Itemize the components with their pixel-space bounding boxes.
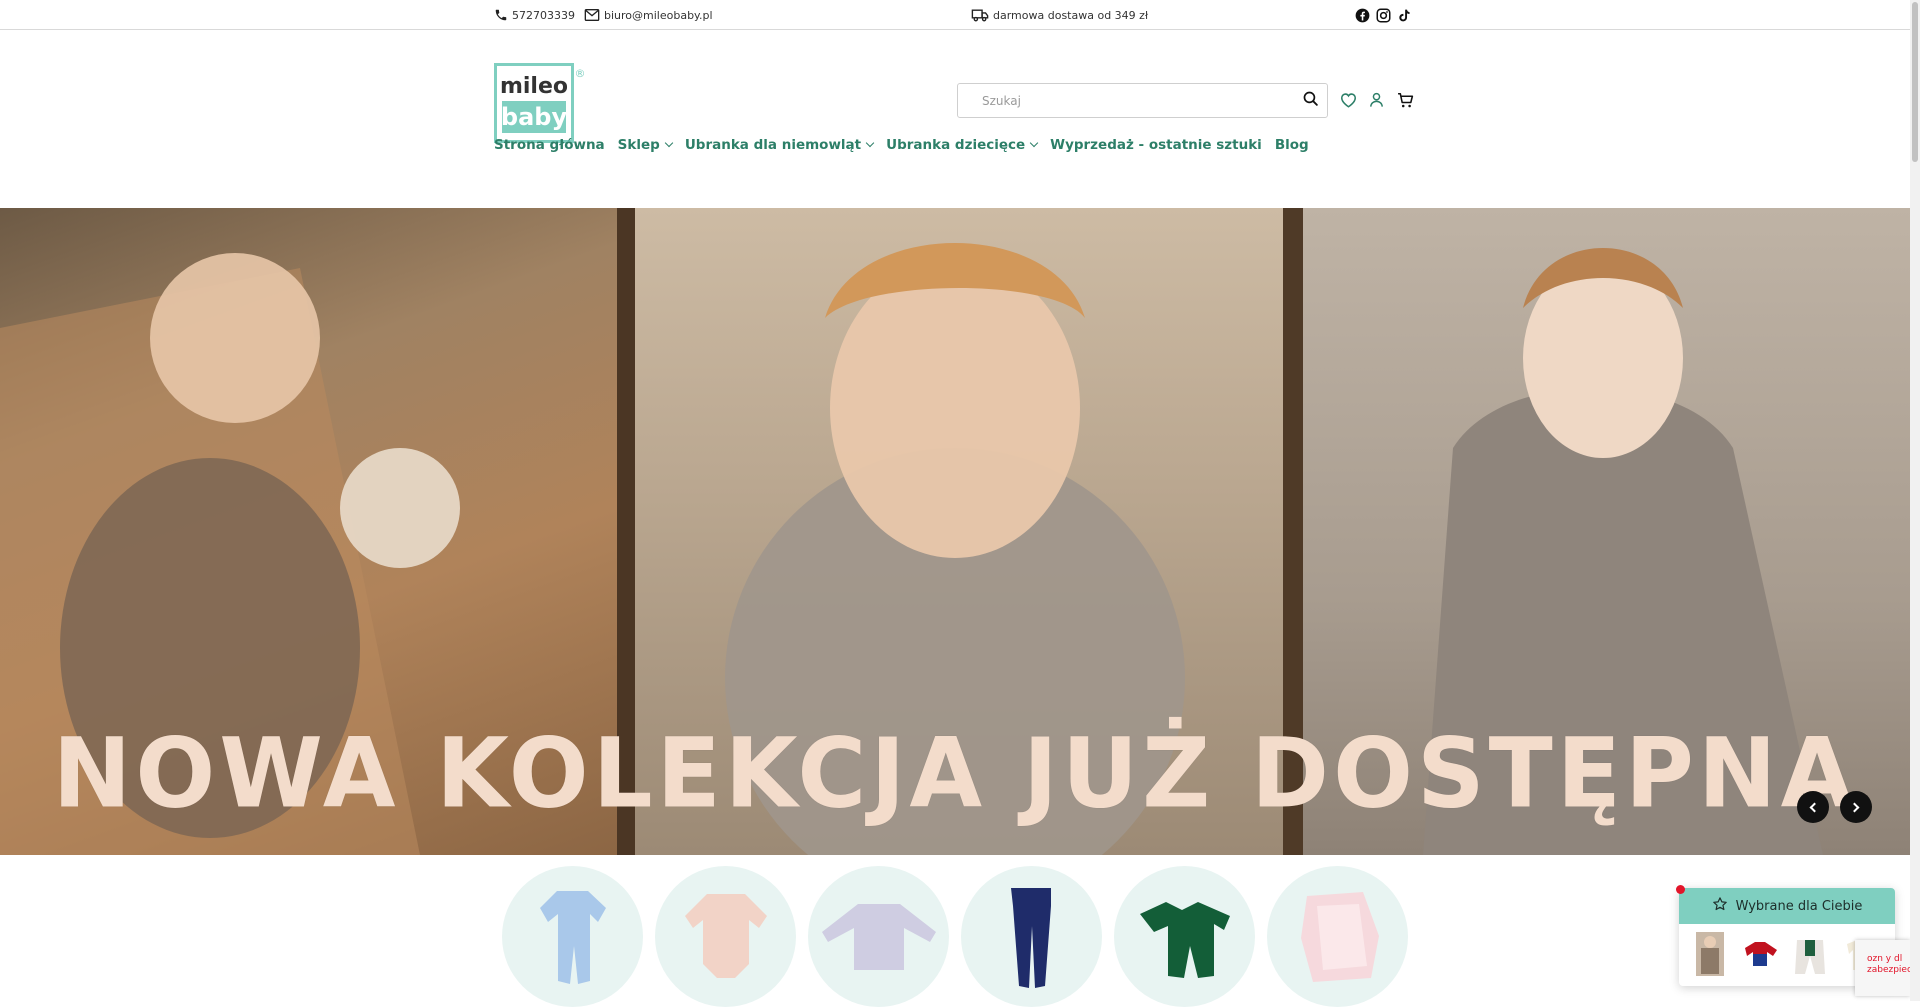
nav-item-kids-clothes[interactable]: Ubranka dziecięce (886, 137, 1039, 153)
nav-item-label: Blog (1274, 137, 1309, 153)
cart-icon (1397, 92, 1414, 113)
phone-number: 572703339 (512, 8, 575, 22)
free-shipping-info: darmowa dostawa od 349 zł (971, 0, 1148, 30)
top-bar: 572703339 biuro@mileobaby.pl darmowa dos… (0, 0, 1910, 30)
hero-slider: NOWA KOLEKCJA JUŻ DOSTĘPNA (0, 208, 1910, 855)
heart-icon (1340, 92, 1357, 112)
nav-item-shop[interactable]: Sklep (617, 137, 674, 153)
recaptcha-text: ozn y dl zabezpiec (1867, 954, 1910, 975)
notification-dot (1676, 885, 1685, 894)
chevron-down-icon (664, 138, 674, 148)
site-header: mileo baby ® Strona główna Sklep (0, 31, 1910, 208)
category-circle[interactable] (1267, 866, 1408, 1007)
nav-item-label: Ubranka dla niemowląt (684, 137, 862, 153)
blanket-image (1301, 892, 1379, 982)
search-box (957, 83, 1328, 118)
facebook-icon[interactable] (1355, 8, 1370, 23)
category-circle[interactable] (961, 866, 1102, 1007)
recommended-thumb[interactable] (1739, 930, 1781, 978)
nav-item-infant-clothes[interactable]: Ubranka dla niemowląt (684, 137, 875, 153)
chevron-right-icon (1849, 802, 1860, 812)
recaptcha-badge[interactable]: ozn y dl zabezpiec (1855, 940, 1910, 996)
nav-item-home[interactable]: Strona główna (494, 137, 605, 153)
category-circle[interactable] (502, 866, 643, 1007)
email-contact[interactable]: biuro@mileobaby.pl (584, 0, 713, 30)
green-set-image (1140, 902, 1230, 978)
chevron-down-icon (865, 138, 875, 148)
instagram-icon[interactable] (1376, 8, 1391, 23)
leggings-image (1011, 888, 1051, 988)
email-address: biuro@mileobaby.pl (604, 8, 713, 22)
slider-next-button[interactable] (1840, 791, 1872, 823)
widget-header[interactable]: Wybrane dla Ciebie (1679, 888, 1895, 924)
user-icon (1369, 92, 1384, 112)
nav-item-blog[interactable]: Blog (1275, 137, 1309, 153)
search-icon (1302, 90, 1319, 111)
page-scrollbar[interactable] (1910, 0, 1920, 1001)
social-links (1355, 0, 1411, 30)
star-icon (1712, 896, 1728, 916)
registered-mark: ® (575, 67, 586, 80)
recommended-thumb[interactable] (1789, 930, 1831, 978)
truck-icon (971, 8, 989, 22)
cart-button[interactable] (1395, 92, 1415, 112)
mail-icon (584, 8, 600, 22)
nav-item-sale[interactable]: Wyprzedaż - ostatnie sztuki (1050, 137, 1262, 153)
shipping-text: darmowa dostawa od 349 zł (993, 8, 1149, 22)
bodysuit-image (685, 894, 767, 978)
category-circle[interactable] (655, 866, 796, 1007)
category-circle[interactable] (808, 866, 949, 1007)
search-button[interactable] (1293, 84, 1327, 117)
category-circle[interactable] (1114, 866, 1255, 1007)
account-button[interactable] (1366, 92, 1386, 112)
logo-text-mileo: mileo (500, 74, 568, 99)
main-navigation: Strona główna Sklep Ubranka dla niemowlą… (494, 133, 1322, 157)
hero-title: NOWA KOLEKCJA JUŻ DOSTĘPNA (52, 718, 1858, 831)
slider-prev-button[interactable] (1797, 791, 1829, 823)
nav-item-label: Ubranka dziecięce (886, 137, 1026, 153)
wishlist-button[interactable] (1338, 92, 1358, 112)
phone-icon (494, 8, 508, 22)
scrollbar-thumb[interactable] (1912, 2, 1918, 162)
phone-contact[interactable]: 572703339 (494, 0, 575, 30)
nav-item-label: Wyprzedaż - ostatnie sztuki (1050, 137, 1262, 153)
logo-text-baby: baby (501, 103, 568, 131)
chevron-left-icon (1809, 802, 1820, 812)
recommended-thumb[interactable] (1689, 930, 1731, 978)
romper-image (540, 891, 606, 984)
category-row (0, 866, 1910, 1007)
search-input[interactable] (958, 84, 1293, 117)
widget-title: Wybrane dla Ciebie (1735, 898, 1863, 914)
tiktok-icon[interactable] (1397, 8, 1411, 23)
nav-item-label: Strona główna (494, 137, 605, 153)
chevron-down-icon (1029, 138, 1039, 148)
nav-item-label: Sklep (617, 137, 660, 153)
wrap-shirt-image (822, 904, 936, 970)
